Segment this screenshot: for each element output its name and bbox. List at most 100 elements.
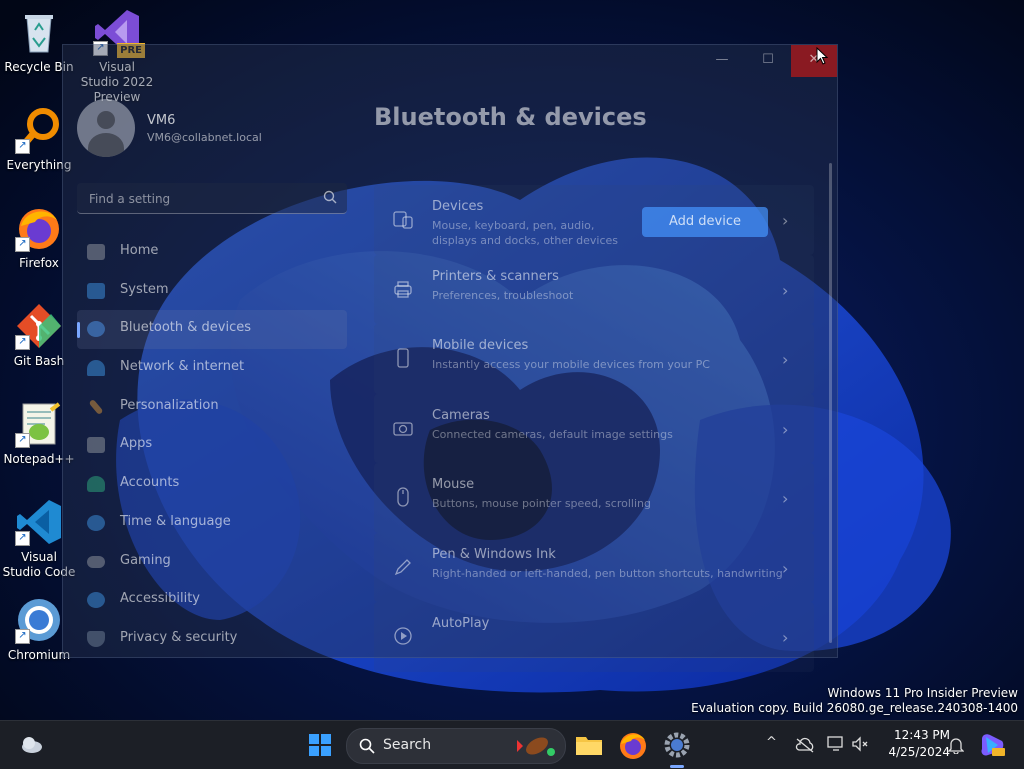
nav-item-label: Accounts — [120, 475, 180, 491]
chevron-right-icon[interactable]: › — [782, 489, 788, 508]
nav-item-label: Gaming — [120, 552, 171, 568]
nav-item-apps[interactable]: Apps — [77, 426, 347, 465]
nav-item-label: System — [120, 281, 169, 297]
title-bar[interactable]: — ☐ ✕ — [63, 45, 837, 77]
phone-icon — [397, 348, 409, 368]
chevron-right-icon[interactable]: › — [782, 350, 788, 369]
copilot-preview-icon[interactable] — [978, 731, 1006, 759]
card-title: Mobile devices — [432, 338, 529, 353]
settings-window: — ☐ ✕ VM6 VM6@collabnet.local Home Syste… — [62, 44, 838, 672]
watermark-edition: Windows 11 Pro Insider Preview — [827, 686, 1018, 700]
chevron-right-icon[interactable]: › — [782, 628, 788, 647]
nav-item-bluetooth-devices[interactable]: Bluetooth & devices — [77, 310, 347, 350]
network-icon[interactable] — [827, 736, 845, 752]
close-button[interactable]: ✕ — [791, 45, 837, 77]
card-cameras[interactable]: Cameras Connected cameras, default image… — [374, 393, 814, 463]
card-description: Right-handed or left-handed, pen button … — [432, 566, 783, 580]
settings-card-list: Devices Mouse, keyboard, pen, audio, dis… — [374, 185, 814, 672]
firefox-icon: ↗ — [15, 204, 63, 252]
onedrive-offline-icon[interactable] — [795, 737, 815, 753]
bluetooth-icon — [87, 321, 105, 338]
chevron-right-icon[interactable]: › — [782, 211, 788, 230]
tray-overflow-chevron-icon[interactable]: ^ — [766, 735, 777, 750]
minimize-button[interactable]: — — [699, 45, 745, 77]
notification-bell-icon[interactable] — [948, 736, 964, 754]
pen-icon — [394, 558, 411, 575]
nav-item-network-internet[interactable]: Network & internet — [77, 349, 347, 388]
card-printers-scanners[interactable]: Printers & scanners Preferences, trouble… — [374, 254, 814, 324]
start-button-icon[interactable] — [304, 729, 336, 761]
accessibility-icon — [87, 592, 105, 609]
nav-item-label: Apps — [120, 436, 153, 452]
card-description: Instantly access your mobile devices fro… — [432, 358, 710, 371]
nav-item-accounts[interactable]: Accounts — [77, 465, 347, 504]
brush-icon — [88, 398, 104, 415]
nav-item-system[interactable]: System — [77, 272, 347, 311]
maximize-button[interactable]: ☐ — [745, 45, 791, 77]
card-mouse[interactable]: Mouse Buttons, mouse pointer speed, scro… — [374, 463, 814, 533]
card-description: Mouse, keyboard, pen, audio, displays an… — [432, 219, 618, 247]
card-title: Mouse — [432, 477, 475, 492]
taskbar-search-label: Search — [383, 737, 432, 753]
card-title: Cameras — [432, 407, 490, 423]
account-email: VM6@collabnet.local — [147, 131, 262, 144]
clock-date: 4/25/2024 — [888, 745, 950, 759]
nav-item-personalization[interactable]: Personalization — [77, 388, 347, 427]
monitor-icon — [87, 282, 105, 299]
globe-clock-icon — [87, 514, 105, 531]
home-icon — [87, 244, 105, 260]
wifi-icon — [87, 360, 105, 377]
taskbar-search-box[interactable]: Search — [346, 728, 566, 764]
card-title: Devices — [432, 199, 484, 214]
card-title: Pen & Windows Ink — [432, 546, 556, 562]
card-pen-windows-ink[interactable]: Pen & Windows Ink Right-handed or left-h… — [374, 532, 814, 602]
firefox-icon[interactable] — [617, 729, 649, 761]
settings-gear-icon[interactable] — [661, 729, 693, 761]
notepad-plus-plus-icon: ↗ — [15, 400, 63, 448]
recycle-bin-icon — [15, 8, 63, 56]
autoplay-icon — [394, 627, 412, 645]
card-title: Printers & scanners — [432, 268, 559, 284]
person-icon — [87, 476, 105, 493]
shortcut-arrow-icon: ↗ — [15, 139, 30, 154]
system-clock[interactable]: 12:43 PM 4/25/2024 — [870, 727, 950, 761]
devices-icon — [393, 211, 413, 229]
card-title: AutoPlay — [432, 616, 490, 631]
vscode-icon: ↗ — [15, 498, 63, 546]
chevron-right-icon[interactable]: › — [782, 559, 788, 578]
content-scrollbar[interactable] — [829, 163, 832, 643]
nav-item-gaming[interactable]: Gaming — [77, 543, 347, 582]
settings-search-box[interactable] — [77, 183, 347, 214]
taskbar: Search ^ 12:43 PM 4/25/2024 — [0, 720, 1024, 769]
nav-item-home[interactable]: Home — [77, 233, 347, 272]
mouse-cursor-icon — [816, 47, 828, 65]
mouse-icon — [397, 487, 409, 507]
search-highlight-sports-icon — [517, 737, 555, 756]
card-mobile-devices[interactable]: Mobile devices Instantly access your mob… — [374, 324, 814, 394]
settings-search-input[interactable] — [87, 189, 311, 209]
watermark-build: Evaluation copy. Build 26080.ge_release.… — [691, 701, 1018, 715]
nav-item-label: Privacy & security — [120, 629, 238, 645]
chevron-right-icon[interactable]: › — [782, 281, 788, 300]
nav-item-label: Time & language — [120, 513, 231, 529]
shortcut-arrow-icon: ↗ — [15, 629, 30, 644]
shortcut-arrow-icon: ↗ — [15, 531, 30, 546]
card-autoplay[interactable]: AutoPlay › — [374, 602, 814, 672]
add-device-button[interactable]: Add device — [642, 207, 768, 237]
volume-muted-icon[interactable] — [851, 736, 869, 752]
apps-icon — [87, 437, 105, 454]
nav-item-privacy-security[interactable]: Privacy & security — [77, 620, 347, 659]
weather-widget-icon[interactable] — [16, 729, 48, 761]
card-description: Buttons, mouse pointer speed, scrolling — [432, 497, 651, 510]
file-explorer-icon[interactable] — [573, 729, 605, 761]
nav-item-accessibility[interactable]: Accessibility — [77, 581, 347, 620]
search-icon[interactable] — [323, 190, 337, 204]
printer-icon — [394, 280, 412, 298]
card-devices[interactable]: Devices Mouse, keyboard, pen, audio, dis… — [374, 185, 814, 255]
card-description: Connected cameras, default image setting… — [432, 427, 673, 441]
card-description: Preferences, troubleshoot — [432, 288, 574, 302]
nav-item-time-language[interactable]: Time & language — [77, 504, 347, 543]
chevron-right-icon[interactable]: › — [782, 420, 788, 439]
nav-item-label: Accessibility — [120, 591, 200, 607]
page-title: Bluetooth & devices — [374, 103, 647, 131]
